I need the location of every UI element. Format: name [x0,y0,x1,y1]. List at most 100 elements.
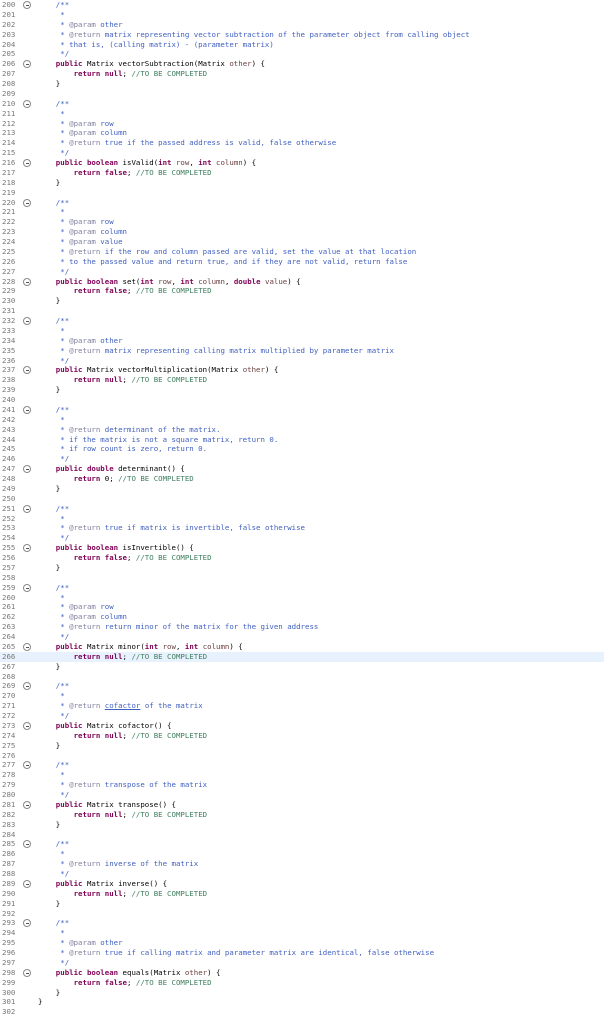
code-line[interactable]: 252 * [0,514,604,524]
code-line[interactable]: 206 public Matrix vectorSubtraction(Matr… [0,59,604,69]
code-line[interactable]: 237 public Matrix vectorMultiplication(M… [0,365,604,375]
code-line[interactable]: 286 * [0,849,604,859]
code-line[interactable]: 219 [0,188,604,198]
code-line[interactable]: 259 /** [0,583,604,593]
code-line[interactable]: 275 } [0,741,604,751]
code-line[interactable]: 279 * @return transpose of the matrix [0,780,604,790]
code-line[interactable]: 297 */ [0,958,604,968]
code-line[interactable]: 281 public Matrix transpose() { [0,800,604,810]
code-line[interactable]: 232 /** [0,316,604,326]
code-line[interactable]: 291 } [0,899,604,909]
code-line[interactable]: 282 return null; //TO BE COMPLETED [0,810,604,820]
fold-toggle-icon[interactable] [23,544,31,553]
fold-toggle-icon[interactable] [23,99,31,108]
code-line[interactable]: 276 [0,751,604,761]
code-line[interactable]: 212 * @param row [0,119,604,129]
code-line[interactable]: 256 return false; //TO BE COMPLETED [0,553,604,563]
fold-toggle-icon[interactable] [23,642,31,651]
code-line[interactable]: 264 */ [0,632,604,642]
code-line[interactable]: 270 * [0,691,604,701]
code-line[interactable]: 298 public boolean equals(Matrix other) … [0,968,604,978]
code-line[interactable]: 272 */ [0,711,604,721]
code-line[interactable]: 278 * [0,770,604,780]
code-line[interactable]: 288 */ [0,869,604,879]
code-line[interactable]: 239 } [0,385,604,395]
code-line[interactable]: 249 } [0,484,604,494]
code-line[interactable]: 222 * @param row [0,217,604,227]
fold-toggle-icon[interactable] [23,682,31,691]
code-line[interactable]: 240 [0,395,604,405]
code-line[interactable]: 205 */ [0,49,604,59]
code-line[interactable]: 209 [0,89,604,99]
fold-toggle-icon[interactable] [23,583,31,592]
code-line[interactable]: 266 return null; //TO BE COMPLETED [0,651,604,662]
code-line[interactable]: 284 [0,830,604,840]
code-line[interactable]: 269 /** [0,681,604,691]
code-line[interactable]: 293 /** [0,918,604,928]
code-line[interactable]: 271 * @return cofactor of the matrix [0,701,604,711]
code-line[interactable]: 210 /** [0,99,604,109]
code-line[interactable]: 244 * if the matrix is not a square matr… [0,435,604,445]
fold-toggle-icon[interactable] [23,465,31,474]
code-line[interactable]: 204 * that is, (calling matrix) - (param… [0,40,604,50]
fold-toggle-icon[interactable] [23,721,31,730]
code-line[interactable]: 251 /** [0,504,604,514]
code-line[interactable]: 202 * @param other [0,20,604,30]
code-line[interactable]: 257 } [0,563,604,573]
code-line[interactable]: 250 [0,494,604,504]
code-line[interactable]: 201 * [0,10,604,20]
fold-toggle-icon[interactable] [23,919,31,928]
code-line[interactable]: 289 public Matrix inverse() { [0,879,604,889]
code-line[interactable]: 287 * @return inverse of the matrix [0,859,604,869]
code-editor[interactable]: 200 /** 201 * 202 * @param other 203 * @ret… [0,0,604,1024]
code-line[interactable]: 261 * @param row [0,602,604,612]
code-line[interactable]: 221 * [0,207,604,217]
code-line[interactable]: 246 */ [0,454,604,464]
code-line[interactable]: 285 /** [0,839,604,849]
fold-toggle-icon[interactable] [23,504,31,513]
fold-toggle-icon[interactable] [23,366,31,375]
code-line[interactable]: 301} [0,997,604,1007]
code-line[interactable]: 243 * @return determinant of the matrix. [0,425,604,435]
fold-toggle-icon[interactable] [23,1,31,9]
code-line[interactable]: 245 * if row count is zero, return 0. [0,444,604,454]
code-line[interactable]: 265 public Matrix minor(int row, int col… [0,642,604,652]
code-line[interactable]: 273 public Matrix cofactor() { [0,721,604,731]
code-line[interactable]: 217 return false; //TO BE COMPLETED [0,168,604,178]
code-line[interactable]: 283 } [0,820,604,830]
code-line[interactable]: 228 public boolean set(int row, int colu… [0,277,604,287]
code-line[interactable]: 248 return 0; //TO BE COMPLETED [0,474,604,484]
code-line[interactable]: 268 [0,672,604,682]
code-line[interactable]: 207 return null; //TO BE COMPLETED [0,69,604,79]
code-line[interactable]: 260 * [0,593,604,603]
code-line[interactable]: 236 */ [0,356,604,366]
code-line[interactable]: 208 } [0,79,604,89]
code-line[interactable]: 220 /** [0,198,604,208]
code-line[interactable]: 223 * @param column [0,227,604,237]
fold-toggle-icon[interactable] [23,761,31,770]
code-line[interactable]: 262 * @param column [0,612,604,622]
code-line[interactable]: 247 public double determinant() { [0,464,604,474]
fold-toggle-icon[interactable] [23,60,31,69]
fold-toggle-icon[interactable] [23,277,31,286]
code-line[interactable]: 299 return false; //TO BE COMPLETED [0,978,604,988]
code-line[interactable]: 225 * @return if the row and column pass… [0,247,604,257]
code-line[interactable]: 258 [0,573,604,583]
fold-toggle-icon[interactable] [23,159,31,167]
code-line[interactable]: 300 } [0,988,604,998]
code-line[interactable]: 277 /** [0,760,604,770]
fold-toggle-icon[interactable] [23,405,31,414]
code-line[interactable]: 233 * [0,326,604,336]
code-line[interactable]: 226 * to the passed value and return tru… [0,257,604,267]
code-line[interactable]: 229 return false; //TO BE COMPLETED [0,286,604,296]
code-line[interactable]: 230 } [0,296,604,306]
code-line[interactable]: 274 return null; //TO BE COMPLETED [0,731,604,741]
code-line[interactable]: 295 * @param other [0,938,604,948]
code-line[interactable]: 290 return null; //TO BE COMPLETED [0,889,604,899]
code-line[interactable]: 215 */ [0,148,604,158]
code-line[interactable]: 238 return null; //TO BE COMPLETED [0,375,604,385]
fold-toggle-icon[interactable] [23,840,31,849]
code-line[interactable]: 254 */ [0,533,604,543]
code-line[interactable]: 292 [0,909,604,919]
code-line[interactable]: 234 * @param other [0,336,604,346]
